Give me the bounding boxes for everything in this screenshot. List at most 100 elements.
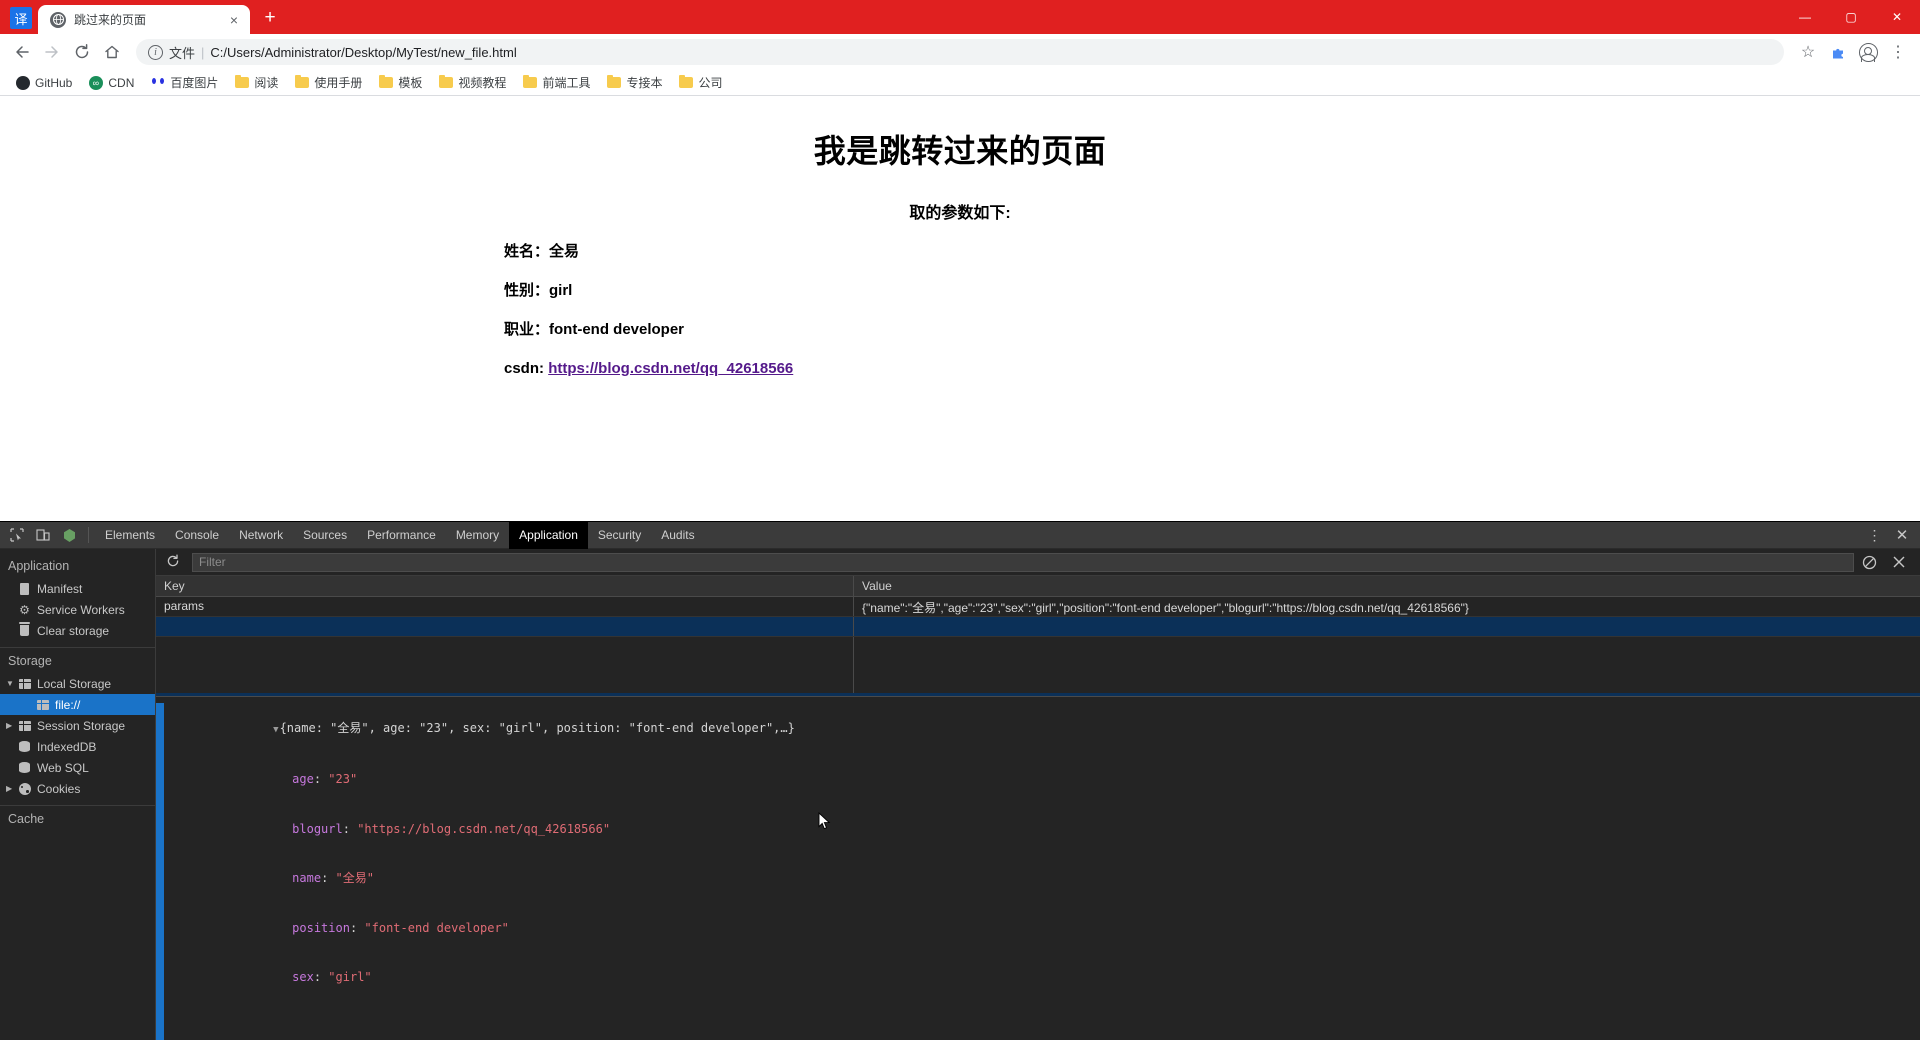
- cell-value[interactable]: {"name":"全易","age":"23","sex":"girl","po…: [854, 597, 1920, 616]
- preview-summary-line[interactable]: ▼{name: "全易", age: "23", sex: "girl", po…: [172, 703, 1920, 755]
- column-header-key[interactable]: Key: [156, 576, 854, 596]
- sidebar-item-cookies[interactable]: ▶ Cookies: [0, 778, 155, 799]
- sidebar-item-local-storage[interactable]: ▼ Local Storage: [0, 673, 155, 694]
- sidebar-item-clear-storage[interactable]: Clear storage: [0, 620, 155, 641]
- sidebar-section-cache: Cache: [8, 812, 45, 826]
- window-close-icon[interactable]: ✕: [1874, 0, 1920, 34]
- chevron-right-icon[interactable]: ▶: [6, 784, 12, 793]
- bookmark-label: 使用手册: [314, 76, 363, 90]
- folder-icon: [378, 74, 393, 90]
- bookmark-folder-reading[interactable]: 阅读: [227, 72, 285, 93]
- home-icon[interactable]: [98, 38, 126, 66]
- sidebar-item-service-workers[interactable]: ⚙ Service Workers: [0, 599, 155, 620]
- param-value: 全易: [549, 243, 580, 260]
- chevron-right-icon[interactable]: ▶: [6, 721, 12, 730]
- node-shield-icon[interactable]: [56, 522, 82, 548]
- tab-performance[interactable]: Performance: [357, 522, 446, 549]
- property-value: "全易": [335, 871, 374, 885]
- extension-icon[interactable]: [1824, 38, 1852, 66]
- filter-input[interactable]: [192, 552, 1854, 572]
- translate-badge-icon[interactable]: 译: [10, 7, 32, 29]
- maximize-icon[interactable]: ▢: [1828, 0, 1874, 34]
- close-icon[interactable]: ×: [226, 12, 242, 28]
- bookmark-folder-frontend-tools[interactable]: 前端工具: [515, 72, 597, 93]
- preview-property-row[interactable]: sex: "girl": [172, 953, 1920, 1003]
- tab-console[interactable]: Console: [165, 522, 229, 549]
- sidebar-item-manifest[interactable]: Manifest: [0, 578, 155, 599]
- folder-icon: [438, 74, 453, 90]
- url-text[interactable]: C:/Users/Administrator/Desktop/MyTest/ne…: [210, 45, 1772, 60]
- cell-key[interactable]: params: [156, 597, 854, 616]
- tab-elements[interactable]: Elements: [95, 522, 165, 549]
- tab-audits[interactable]: Audits: [651, 522, 704, 549]
- bookmark-label: 百度图片: [170, 76, 219, 90]
- folder-icon: [606, 74, 621, 90]
- inspect-element-icon[interactable]: [4, 522, 30, 548]
- page-subtitle: 取的参数如下:: [909, 205, 1011, 222]
- chrome-menu-icon[interactable]: ⋮: [1884, 38, 1912, 66]
- preview-property-row[interactable]: position: "font-end developer": [172, 903, 1920, 953]
- page-info-icon[interactable]: i: [148, 44, 163, 60]
- device-toolbar-icon[interactable]: [30, 522, 56, 548]
- expand-triangle-icon[interactable]: ▼: [273, 725, 278, 735]
- preview-property-row[interactable]: blogurl: "https://blog.csdn.net/qq_42618…: [172, 804, 1920, 854]
- chevron-down-icon[interactable]: ▼: [6, 679, 14, 688]
- bookmark-folder-company[interactable]: 公司: [671, 72, 729, 93]
- param-label: 性别：: [504, 282, 550, 299]
- application-sidebar: Application Manifest ⚙ Service Workers C…: [0, 549, 156, 1040]
- profile-avatar-icon[interactable]: [1854, 38, 1882, 66]
- address-bar[interactable]: i 文件 | C:/Users/Administrator/Desktop/My…: [136, 39, 1784, 65]
- bookmark-cdn[interactable]: CDN: [81, 73, 141, 92]
- column-header-value[interactable]: Value: [854, 576, 1920, 596]
- preview-property-row[interactable]: age: "23": [172, 755, 1920, 805]
- sidebar-item-label: Service Workers: [37, 602, 125, 617]
- tab-application[interactable]: Application: [509, 521, 588, 549]
- property-value: "font-end developer": [364, 920, 509, 935]
- preview-property-row[interactable]: name: "全易": [172, 854, 1920, 904]
- storage-main-pane: Key Value params {"name":"全易","age":"23"…: [156, 549, 1920, 1040]
- clear-filter-icon[interactable]: [1862, 555, 1884, 570]
- database-icon: [18, 740, 31, 753]
- refresh-icon[interactable]: [162, 554, 184, 571]
- bookmark-folder-zhuanjieben[interactable]: 专接本: [599, 72, 669, 93]
- scheme-label: 文件: [169, 45, 196, 61]
- cell-key-empty[interactable]: [156, 617, 854, 636]
- sidebar-item-indexeddb[interactable]: IndexedDB: [0, 736, 155, 757]
- back-icon[interactable]: [8, 38, 36, 66]
- cookie-icon: [18, 782, 31, 795]
- tab-network[interactable]: Network: [229, 522, 293, 549]
- minimize-icon[interactable]: —: [1782, 0, 1828, 34]
- devtools-close-icon[interactable]: ✕: [1888, 526, 1916, 544]
- table-row[interactable]: params {"name":"全易","age":"23","sex":"gi…: [156, 597, 1920, 617]
- table-row-empty-selected[interactable]: [156, 617, 1920, 637]
- property-name: sex: [292, 970, 314, 984]
- cell-value-empty[interactable]: [854, 617, 1920, 636]
- cdn-icon: [88, 75, 103, 90]
- new-tab-button[interactable]: +: [256, 4, 284, 32]
- rendered-page: 我是跳转过来的页面 取的参数如下: 姓名：全易 性别：girl 职业：font-…: [0, 96, 1920, 379]
- table-filler: [156, 637, 1920, 693]
- delete-entry-icon[interactable]: [1892, 555, 1914, 569]
- bookmark-star-icon[interactable]: ☆: [1794, 38, 1822, 66]
- reload-icon[interactable]: [68, 38, 96, 66]
- sidebar-item-label: Session Storage: [37, 718, 126, 733]
- browser-tab[interactable]: 跳过来的页面 ×: [38, 5, 250, 34]
- tab-security[interactable]: Security: [588, 522, 651, 549]
- bookmark-baidu-images[interactable]: 百度图片: [143, 72, 225, 93]
- forward-icon[interactable]: [38, 38, 66, 66]
- toolbar-divider: [88, 527, 89, 543]
- sidebar-item-session-storage[interactable]: ▶ Session Storage: [0, 715, 155, 736]
- tab-sources[interactable]: Sources: [293, 522, 357, 549]
- bookmark-folder-templates[interactable]: 模板: [371, 72, 429, 93]
- csdn-blog-link[interactable]: https://blog.csdn.net/qq_42618566: [548, 360, 793, 377]
- sidebar-item-web-sql[interactable]: Web SQL: [0, 757, 155, 778]
- bookmark-github[interactable]: GitHub: [8, 73, 79, 92]
- bookmark-folder-manual[interactable]: 使用手册: [287, 72, 369, 93]
- sidebar-item-file-origin[interactable]: file://: [0, 694, 155, 715]
- browser-window: 译 跳过来的页面 × + — ▢ ✕ i 文件 | C:/Users/Admin…: [0, 0, 1920, 1040]
- page-viewport: 我是跳转过来的页面 取的参数如下: 姓名：全易 性别：girl 职业：font-…: [0, 96, 1920, 521]
- bookmark-label: CDN: [108, 75, 135, 90]
- devtools-more-icon[interactable]: ⋮: [1862, 527, 1888, 544]
- tab-memory[interactable]: Memory: [446, 522, 509, 549]
- bookmark-folder-video-tutorials[interactable]: 视频教程: [431, 72, 513, 93]
